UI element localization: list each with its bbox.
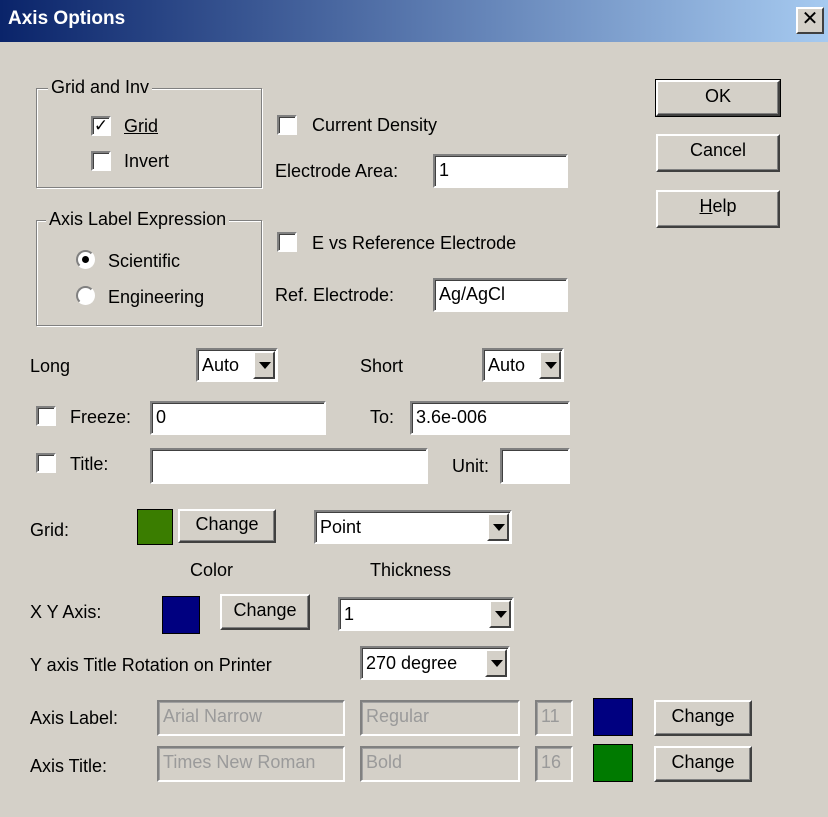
short-value: Auto (488, 355, 526, 375)
xy-axis-color-swatch (162, 596, 200, 634)
y-rotation-value: 270 degree (366, 653, 458, 673)
e-vs-ref-checkbox[interactable] (277, 232, 297, 252)
axis-label-font-style: Regular (360, 700, 520, 736)
electrode-area-label: Electrode Area: (275, 161, 399, 181)
help-button[interactable]: Help (656, 190, 780, 228)
title-input[interactable] (150, 448, 428, 484)
axis-title-font-size: 16 (535, 746, 573, 782)
chevron-down-icon[interactable] (539, 351, 561, 379)
axis-label-font-size: 11 (535, 700, 573, 736)
axis-options-dialog: Axis Options ✕ OK Cancel Help Grid and I… (0, 0, 828, 817)
grid-color-swatch (137, 509, 173, 545)
long-select[interactable]: Auto (196, 348, 278, 382)
current-density-label: Current Density (312, 115, 438, 135)
freeze-input[interactable]: 0 (150, 401, 326, 435)
ref-electrode-label: Ref. Electrode: (275, 285, 395, 305)
scientific-label: Scientific (108, 251, 181, 271)
to-input[interactable]: 3.6e-006 (410, 401, 570, 435)
scientific-radio[interactable] (76, 250, 95, 269)
xy-axis-color-change-button[interactable]: Change (220, 594, 310, 630)
axis-label-font-name: Arial Narrow (157, 700, 345, 736)
title-label: Title: (70, 454, 109, 474)
e-vs-ref-label: E vs Reference Electrode (312, 233, 517, 253)
axis-label-change-button[interactable]: Change (654, 700, 752, 736)
chevron-down-icon[interactable] (489, 600, 511, 628)
ref-electrode-input[interactable]: Ag/AgCl (433, 278, 568, 312)
unit-label: Unit: (452, 456, 490, 476)
close-icon[interactable]: ✕ (796, 7, 824, 34)
axis-title-change-button[interactable]: Change (654, 746, 752, 782)
freeze-label: Freeze: (70, 407, 132, 427)
grid-style-label: Grid: (30, 520, 70, 540)
grid-checkbox[interactable]: ✓ (91, 116, 111, 136)
axis-title-font-style: Bold (360, 746, 520, 782)
current-density-checkbox[interactable] (277, 115, 297, 135)
grid-checkbox-label: Grid (124, 116, 159, 136)
short-select[interactable]: Auto (482, 348, 564, 382)
engineering-radio[interactable] (76, 286, 95, 305)
chevron-down-icon[interactable] (253, 351, 275, 379)
invert-checkbox-label: Invert (124, 151, 170, 171)
electrode-area-input[interactable]: 1 (433, 154, 568, 188)
xy-axis-thickness-select[interactable]: 1 (338, 597, 514, 631)
axis-label-color-swatch (593, 698, 633, 736)
grid-color-change-button[interactable]: Change (178, 509, 276, 543)
freeze-checkbox[interactable] (36, 406, 56, 426)
engineering-label: Engineering (108, 287, 205, 307)
ok-button[interactable]: OK (655, 79, 781, 117)
title-checkbox[interactable] (36, 453, 56, 473)
axis-label-expression-legend: Axis Label Expression (46, 209, 230, 229)
unit-input[interactable] (500, 448, 570, 484)
thickness-header: Thickness (370, 560, 452, 580)
axis-title-font-label: Axis Title: (30, 756, 108, 776)
y-rotation-select[interactable]: 270 degree (360, 646, 510, 680)
axis-label-expression-group (36, 220, 262, 326)
grid-inv-legend: Grid and Inv (48, 77, 153, 97)
grid-inv-group (36, 88, 262, 188)
chevron-down-icon[interactable] (487, 513, 509, 541)
title-bar: Axis Options ✕ (0, 0, 828, 42)
cancel-button[interactable]: Cancel (656, 134, 780, 172)
chevron-down-icon[interactable] (485, 649, 507, 677)
grid-line-style-select[interactable]: Point (314, 510, 512, 544)
xy-axis-thickness-value: 1 (344, 604, 355, 624)
short-label: Short (360, 356, 404, 376)
color-header: Color (190, 560, 234, 580)
axis-title-font-name: Times New Roman (157, 746, 345, 782)
axis-label-font-label: Axis Label: (30, 708, 119, 728)
long-value: Auto (202, 355, 240, 375)
grid-line-style-value: Point (320, 517, 362, 537)
long-label: Long (30, 356, 71, 376)
axis-title-color-swatch (593, 744, 633, 782)
invert-checkbox[interactable] (91, 151, 111, 171)
to-label: To: (370, 407, 395, 427)
window-title: Axis Options (8, 8, 126, 29)
y-rotation-label: Y axis Title Rotation on Printer (30, 655, 272, 675)
xy-axis-label: X Y Axis: (30, 602, 102, 622)
